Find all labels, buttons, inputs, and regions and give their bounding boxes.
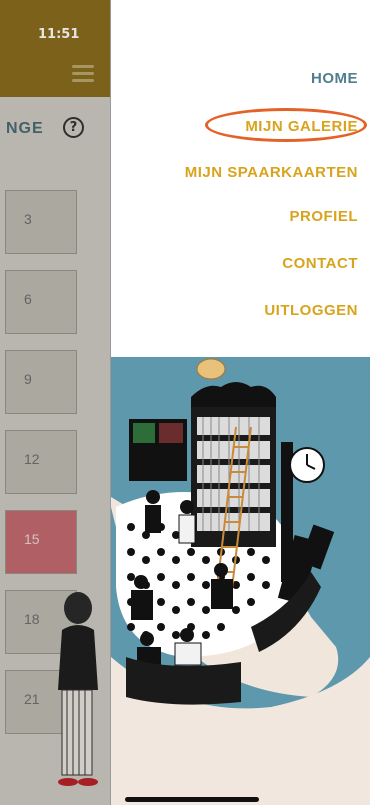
menu-item-mijn-spaarkaarten[interactable]: MIJN SPAARKAARTEN xyxy=(185,164,358,181)
menu-item-contact[interactable]: CONTACT xyxy=(282,255,358,272)
dim-overlay[interactable] xyxy=(0,0,110,805)
home-indicator xyxy=(125,797,259,802)
navigation-drawer: HOME MIJN GALERIE MIJN SPAARKAARTEN PROF… xyxy=(111,0,370,357)
background-app: 11:51 NGE ? 3 6 9 12 15 18 21 xyxy=(0,0,111,805)
library-illustration xyxy=(111,357,370,805)
library-illustration-art xyxy=(111,358,370,805)
menu-item-mijn-galerie[interactable]: MIJN GALERIE xyxy=(245,118,358,135)
menu-item-profiel[interactable]: PROFIEL xyxy=(289,208,358,225)
menu-item-home[interactable]: HOME xyxy=(311,70,358,87)
menu-item-uitloggen[interactable]: UITLOGGEN xyxy=(264,302,358,319)
